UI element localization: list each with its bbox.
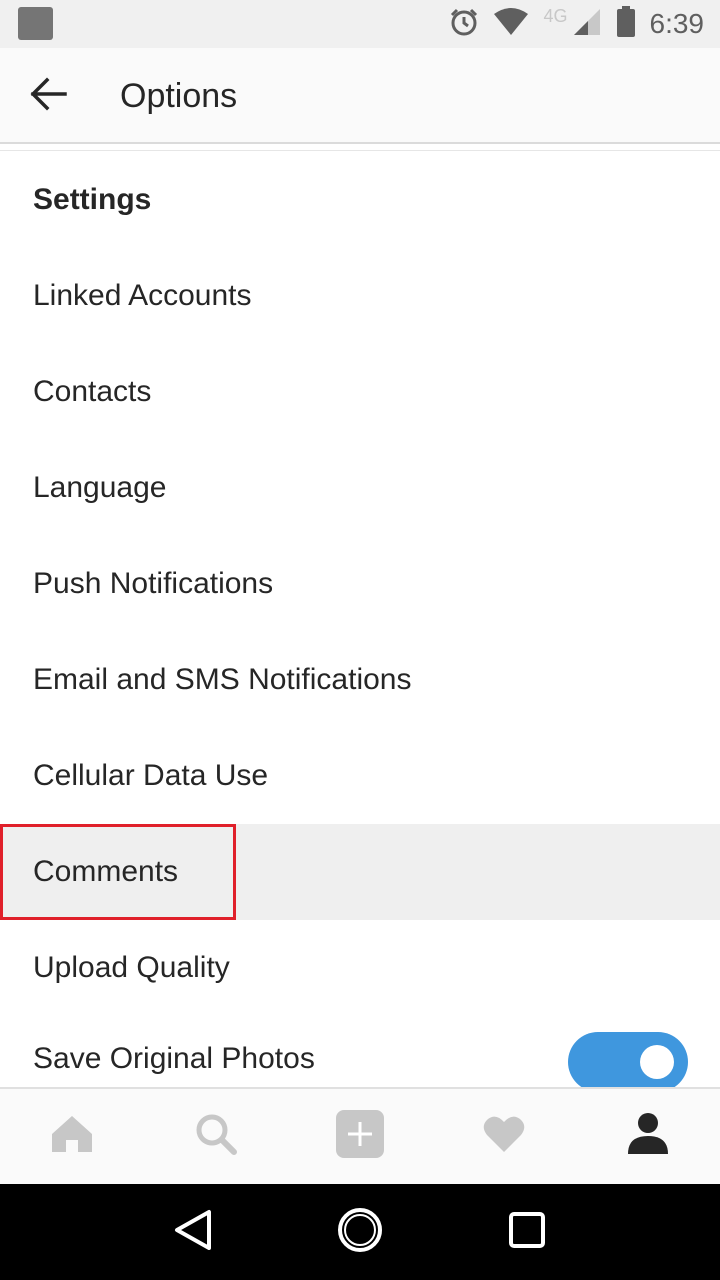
list-item-label: Linked Accounts xyxy=(33,279,252,312)
alarm-icon xyxy=(449,7,479,42)
status-bar: 4G 6:39 xyxy=(0,0,720,48)
highlight-box xyxy=(0,824,236,920)
search-icon xyxy=(194,1112,238,1161)
bottom-nav xyxy=(0,1087,720,1184)
list-item-cellular-data-use[interactable]: Cellular Data Use xyxy=(0,728,720,824)
add-post-icon xyxy=(336,1110,384,1163)
system-back-button[interactable] xyxy=(163,1202,223,1262)
battery-icon xyxy=(616,5,636,43)
page-title: Options xyxy=(120,77,238,115)
home-icon xyxy=(50,1114,94,1159)
wifi-icon xyxy=(493,7,529,41)
signal-icon xyxy=(572,7,602,42)
nav-activity[interactable] xyxy=(432,1089,576,1184)
system-nav-bar xyxy=(0,1184,720,1280)
list-item-label: Cellular Data Use xyxy=(33,759,269,792)
back-button[interactable] xyxy=(22,72,74,120)
app-notification-icon xyxy=(18,7,53,40)
settings-list: Settings Linked Accounts Contacts Langua… xyxy=(0,152,720,1102)
nav-add-post[interactable] xyxy=(288,1089,432,1184)
nav-home[interactable] xyxy=(0,1089,144,1184)
status-icons: 4G 6:39 xyxy=(449,0,704,48)
app-bar: Options xyxy=(0,48,720,144)
list-item-contacts[interactable]: Contacts xyxy=(0,344,720,440)
list-item-label: Language xyxy=(33,471,167,504)
profile-icon xyxy=(626,1112,670,1161)
toggle-knob xyxy=(640,1045,674,1079)
list-item-label: Email and SMS Notifications xyxy=(33,663,412,696)
system-home-button[interactable] xyxy=(330,1202,390,1262)
home-circle-icon xyxy=(337,1207,383,1258)
list-item-push-notifications[interactable]: Push Notifications xyxy=(0,536,720,632)
divider xyxy=(0,150,720,151)
list-item-label: Upload Quality xyxy=(33,951,230,984)
list-item-label: Save Original Photos xyxy=(33,1042,315,1075)
list-item-label: Contacts xyxy=(33,375,152,408)
save-original-photos-toggle[interactable] xyxy=(568,1032,688,1092)
list-item-email-sms-notifications[interactable]: Email and SMS Notifications xyxy=(0,632,720,728)
heart-icon xyxy=(482,1114,526,1159)
arrow-left-icon xyxy=(29,77,67,116)
section-header-settings: Settings xyxy=(33,183,152,216)
nav-profile[interactable] xyxy=(576,1089,720,1184)
list-item-upload-quality[interactable]: Upload Quality xyxy=(0,920,720,1016)
list-item-label: Push Notifications xyxy=(33,567,274,600)
recents-square-icon xyxy=(508,1211,546,1254)
network-type-label: 4G xyxy=(543,5,568,26)
status-time: 6:39 xyxy=(649,8,705,39)
back-triangle-icon xyxy=(173,1209,213,1256)
nav-search[interactable] xyxy=(144,1089,288,1184)
list-item-language[interactable]: Language xyxy=(0,440,720,536)
list-item-linked-accounts[interactable]: Linked Accounts xyxy=(0,248,720,344)
list-item-comments[interactable]: Comments xyxy=(0,824,720,920)
system-recents-button[interactable] xyxy=(497,1202,557,1262)
